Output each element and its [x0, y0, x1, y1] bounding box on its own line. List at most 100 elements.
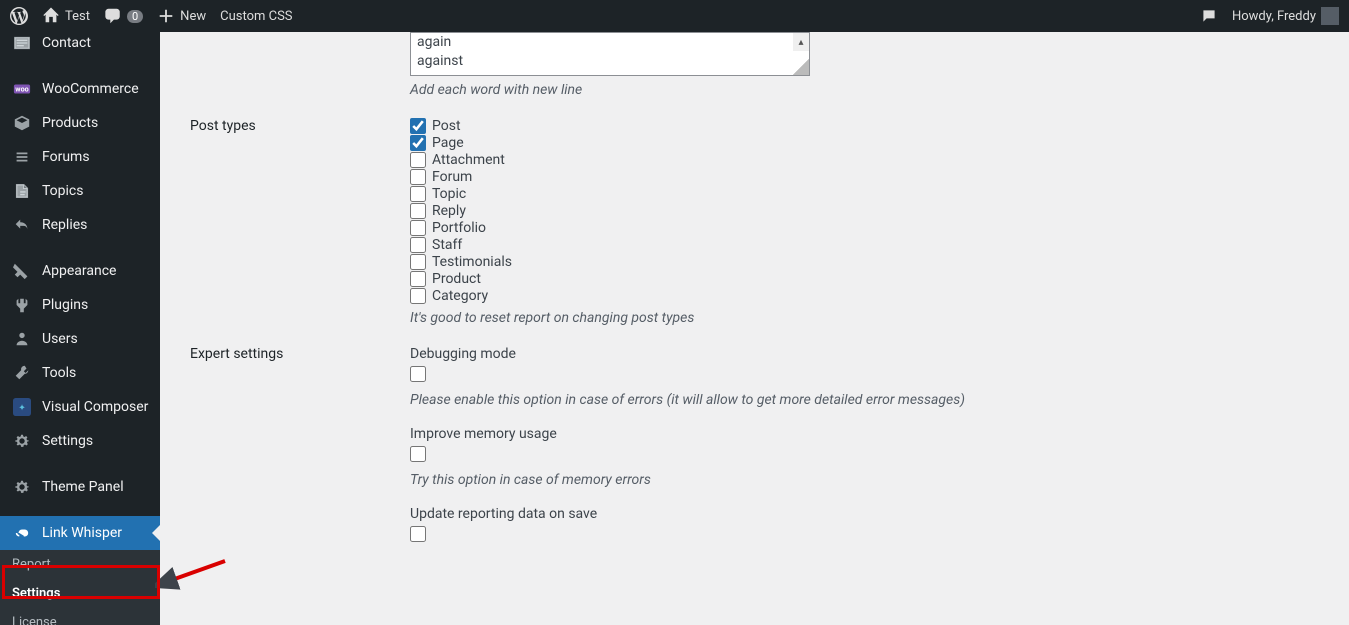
plus-icon [157, 7, 175, 25]
sidebar-item-theme-panel[interactable]: Theme Panel [0, 470, 160, 504]
post-type-label: Attachment [432, 152, 505, 168]
sidebar-item-contact[interactable]: Contact [0, 32, 160, 60]
sidebar-item-label: Appearance [42, 263, 116, 279]
toolbar-comments[interactable]: 0 [104, 7, 143, 25]
sidebar-item-label: Theme Panel [42, 479, 124, 495]
post-type-attachment: Attachment [410, 152, 694, 168]
post-type-checkbox[interactable] [410, 288, 426, 304]
word-option[interactable]: against [417, 52, 803, 71]
post-type-checkbox[interactable] [410, 237, 426, 253]
post-type-checkbox[interactable] [410, 203, 426, 219]
toolbar-site-title: Test [65, 9, 90, 24]
sidebar-item-appearance[interactable]: Appearance [0, 254, 160, 288]
toolbar-new-label: New [180, 9, 206, 24]
wordpress-icon [10, 7, 28, 25]
vc-icon: ✦ [12, 397, 32, 417]
sidebar-item-visual-composer[interactable]: ✦Visual Composer [0, 390, 160, 424]
forums-icon [12, 147, 32, 167]
toolbar-custom-css-label: Custom CSS [220, 9, 292, 24]
sidebar-item-topics[interactable]: Topics [0, 174, 160, 208]
post-type-label: Forum [432, 169, 472, 185]
post-type-checkbox[interactable] [410, 220, 426, 236]
post-type-label: Portfolio [432, 220, 486, 236]
expert-hint: Please enable this option in case of err… [410, 392, 965, 408]
post-type-label: Post [432, 118, 461, 134]
toolbar-user[interactable]: Howdy, Freddy [1232, 7, 1339, 25]
post-type-portfolio: Portfolio [410, 220, 694, 236]
expert-settings-label: Expert settings [190, 346, 410, 362]
post-type-label: Category [432, 288, 488, 304]
home-icon [42, 7, 60, 25]
sidebar-item-link-whisper[interactable]: Link Whisper [0, 516, 160, 550]
sidebar-sub-item-settings[interactable]: Settings [0, 579, 160, 608]
sidebar-item-forums[interactable]: Forums [0, 140, 160, 174]
toolbar-site[interactable]: Test [42, 7, 90, 25]
replies-icon [12, 215, 32, 235]
sidebar-item-replies[interactable]: Replies [0, 208, 160, 242]
post-type-staff: Staff [410, 237, 694, 253]
ignore-words-hint: Add each word with new line [410, 82, 810, 98]
word-option[interactable]: again [417, 33, 803, 52]
expert-checkbox[interactable] [410, 526, 426, 542]
sidebar-item-label: Plugins [42, 297, 88, 313]
sidebar-item-label: Link Whisper [42, 525, 122, 541]
post-type-checkbox[interactable] [410, 271, 426, 287]
toolbar-custom-css[interactable]: Custom CSS [220, 9, 292, 24]
expert-debugging-mode: Debugging mode Please enable this option … [410, 346, 965, 408]
post-type-page: Page [410, 135, 694, 151]
post-type-reply: Reply [410, 203, 694, 219]
expert-hint: Try this option in case of memory errors [410, 472, 965, 488]
sidebar-item-settings[interactable]: Settings [0, 424, 160, 458]
toolbar-new[interactable]: New [157, 7, 206, 25]
sidebar-item-products[interactable]: Products [0, 106, 160, 140]
svg-text:woo: woo [15, 85, 28, 94]
post-type-forum: Forum [410, 169, 694, 185]
admin-sidebar: Contact woo WooCommerce Products ForumsTopic… [0, 32, 160, 625]
sidebar-item-label: Settings [42, 433, 93, 449]
post-types-hint: It's good to reset report on changing po… [410, 310, 694, 326]
post-type-checkbox[interactable] [410, 169, 426, 185]
contact-icon [12, 33, 32, 53]
sidebar-item-plugins[interactable]: Plugins [0, 288, 160, 322]
post-type-checkbox[interactable] [410, 135, 426, 151]
sidebar-item-tools[interactable]: Tools [0, 356, 160, 390]
post-type-post: Post [410, 118, 694, 134]
sidebar-sub-item-license[interactable]: License [0, 608, 160, 625]
resize-icon[interactable] [793, 59, 809, 75]
appearance-icon [12, 261, 32, 281]
admin-toolbar: Test 0 New Custom CSS Howdy, Freddy [0, 0, 1349, 32]
topics-icon [12, 181, 32, 201]
expert-label: Improve memory usage [410, 426, 965, 442]
theme-panel-icon [12, 477, 32, 497]
sidebar-item-label: Contact [42, 35, 91, 51]
expert-improve-memory-usage: Improve memory usage Try this option in c… [410, 426, 965, 488]
sidebar-submenu: ReportSettingsLicense [0, 550, 160, 625]
post-type-checkbox[interactable] [410, 186, 426, 202]
post-type-label: Testimonials [432, 254, 512, 270]
sidebar-item-woocommerce[interactable]: woo WooCommerce [0, 72, 160, 106]
post-type-checkbox[interactable] [410, 254, 426, 270]
expert-update-reporting-data-on-save: Update reporting data on save [410, 506, 965, 546]
post-type-checkbox[interactable] [410, 118, 426, 134]
expert-checkbox[interactable] [410, 366, 426, 382]
expert-checkbox[interactable] [410, 446, 426, 462]
expert-label: Update reporting data on save [410, 506, 965, 522]
toolbar-right: Howdy, Freddy [1200, 0, 1339, 32]
sidebar-item-users[interactable]: Users [0, 322, 160, 356]
sidebar-item-label: WooCommerce [42, 81, 139, 97]
users-icon [12, 329, 32, 349]
tools-icon [12, 363, 32, 383]
scroll-up-icon[interactable]: ▴ [793, 33, 809, 51]
toolbar-left: Test 0 New Custom CSS [10, 0, 293, 32]
post-type-checkbox[interactable] [410, 152, 426, 168]
sidebar-item-label: Users [42, 331, 78, 347]
expert-label: Debugging mode [410, 346, 965, 362]
sidebar-item-label: Products [42, 115, 98, 131]
wordpress-logo[interactable] [10, 7, 28, 25]
sidebar-sub-item-report[interactable]: Report [0, 550, 160, 579]
post-type-testimonials: Testimonials [410, 254, 694, 270]
post-type-label: Reply [432, 203, 466, 219]
ignore-words-select[interactable]: ▴ again against [410, 32, 810, 76]
notification-icon[interactable] [1200, 7, 1218, 25]
post-type-label: Topic [432, 186, 466, 202]
